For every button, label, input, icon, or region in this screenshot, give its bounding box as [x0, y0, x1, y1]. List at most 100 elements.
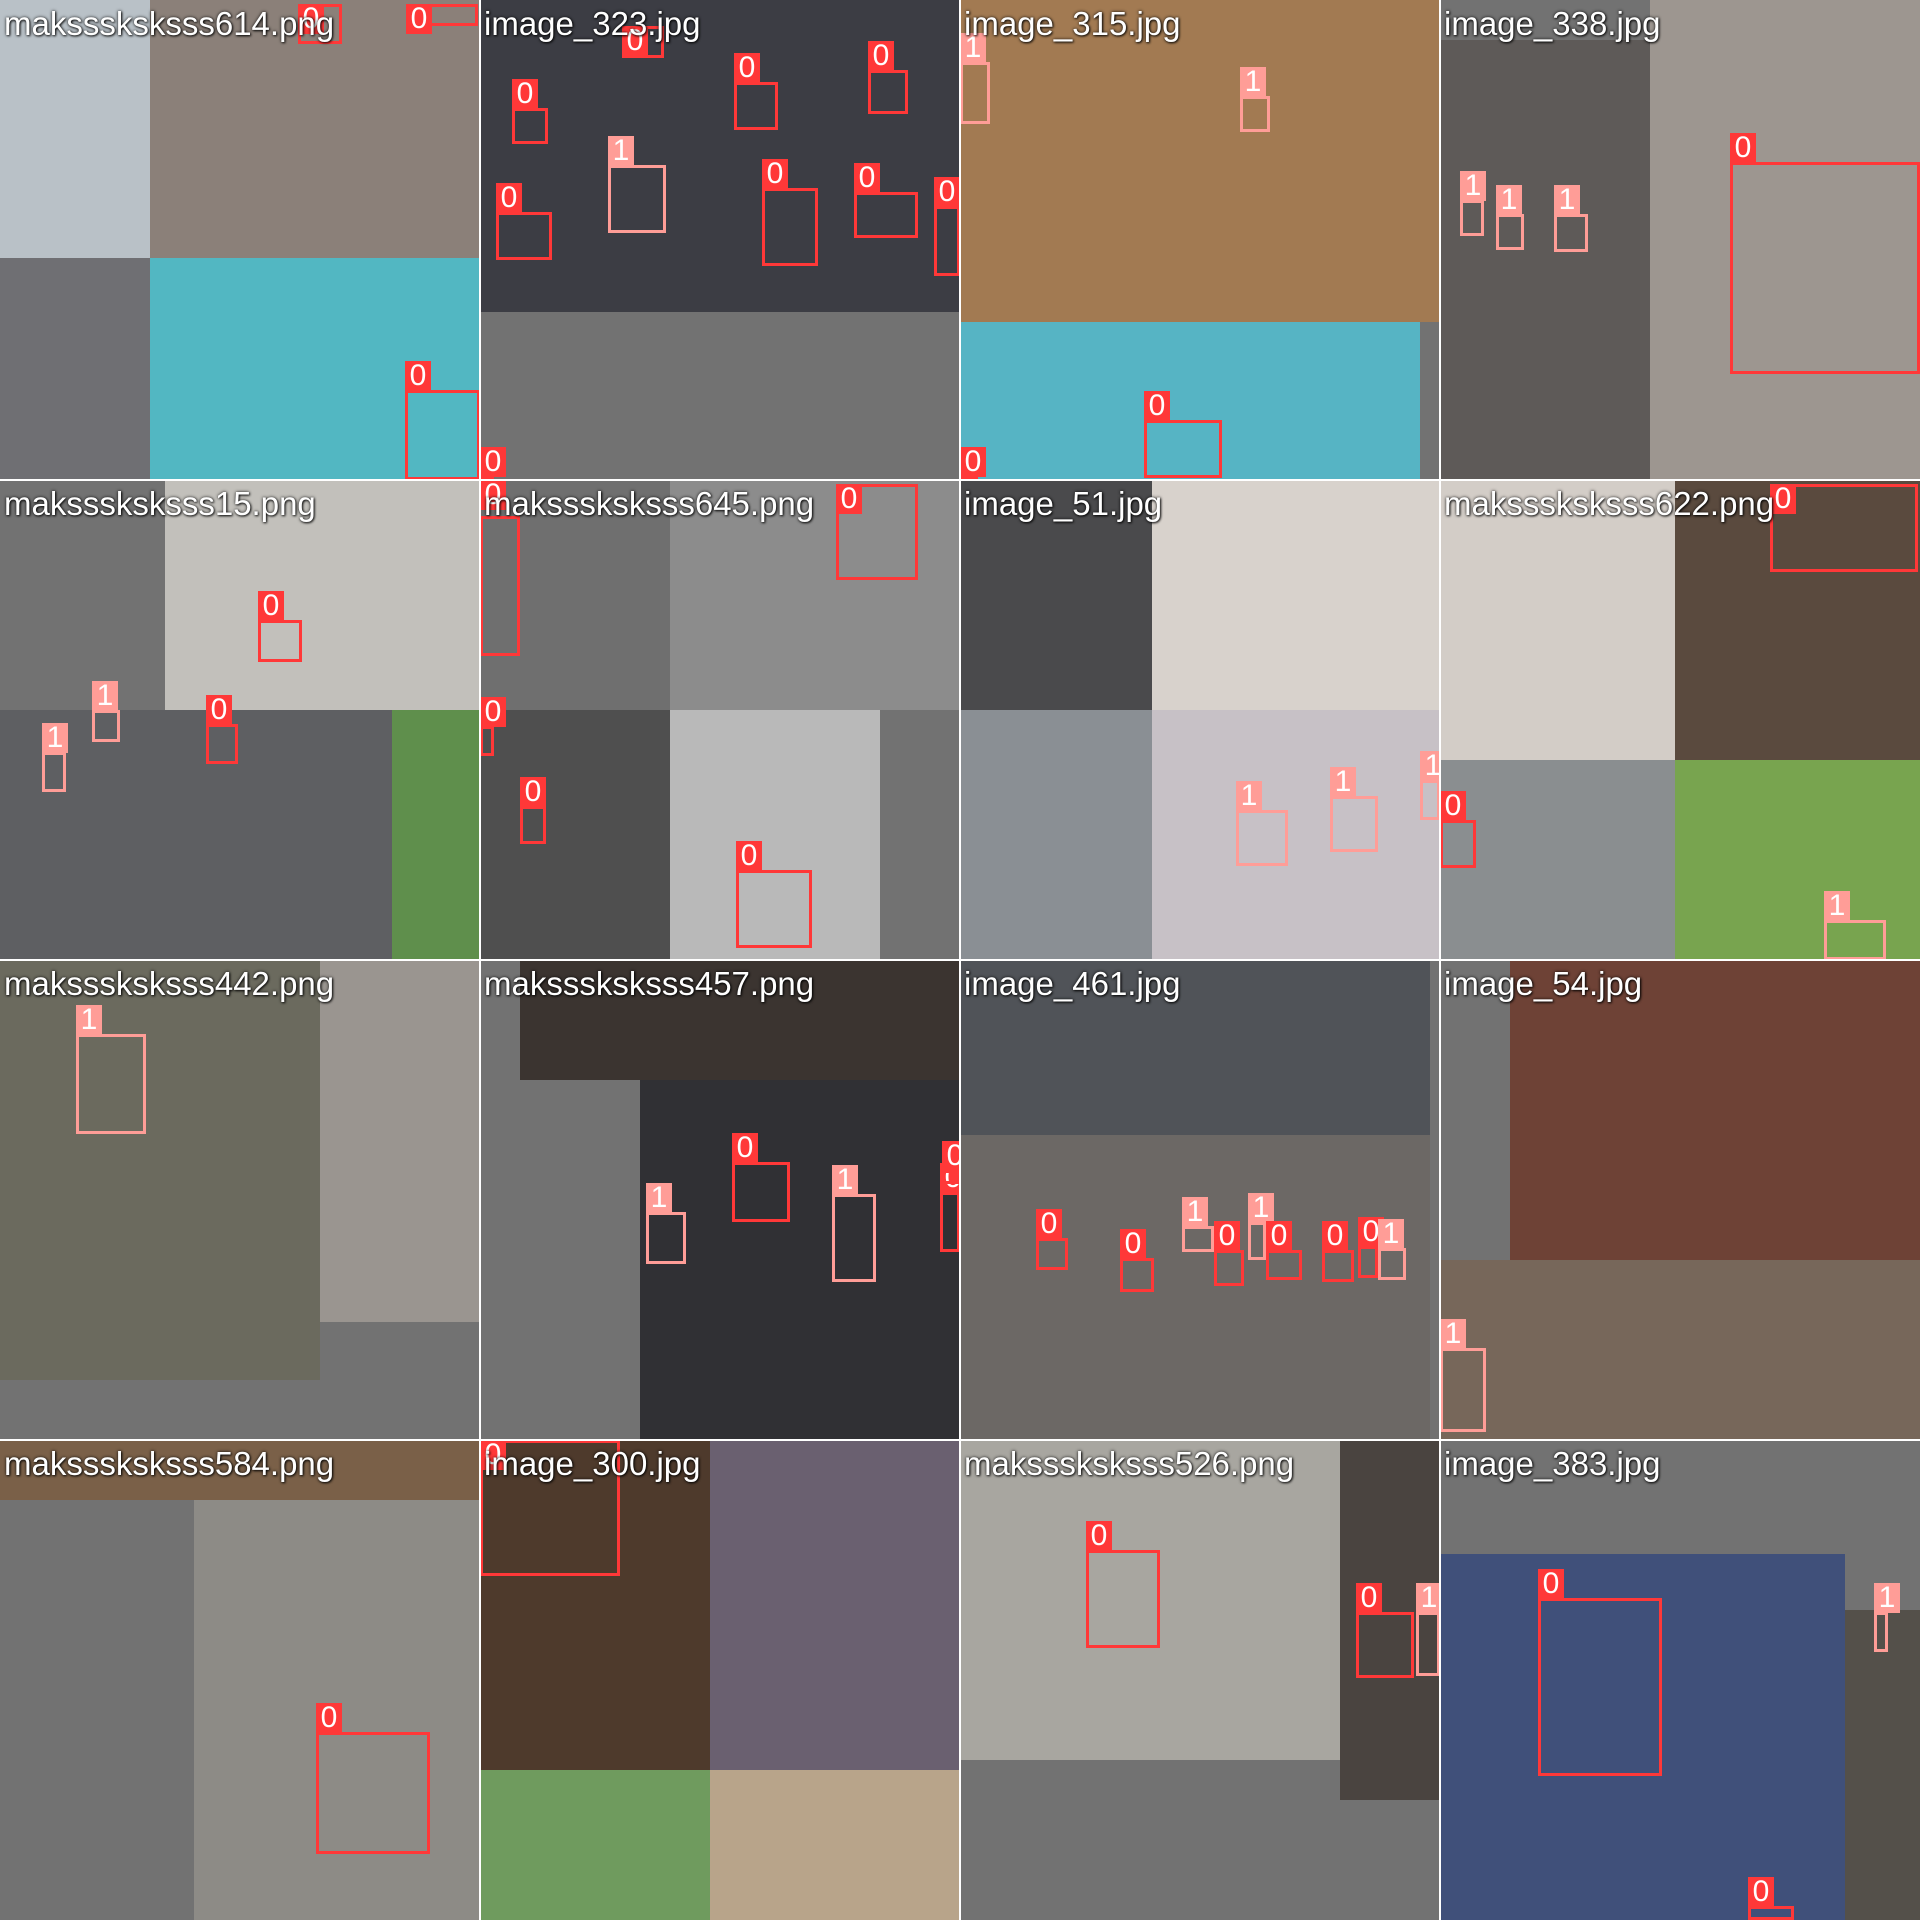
tile-filename: image_51.jpg — [964, 485, 1163, 522]
detection-box: 1 — [92, 681, 120, 742]
detection-box: 0 — [1730, 133, 1920, 374]
detection-label: 1 — [1824, 891, 1850, 921]
detection-label: 0 — [1214, 1221, 1240, 1251]
mosaic-tile: 0 1 1 0 maksssksksss15.png — [0, 480, 480, 960]
photo-region — [320, 960, 480, 1322]
detection-box: 0 — [206, 695, 238, 764]
photo-region — [960, 1135, 1430, 1440]
detection-label: 1 — [1420, 751, 1440, 781]
mosaic-tile: 0 0 1 maksssksksss526.png — [960, 1440, 1440, 1920]
photo-region — [480, 1770, 710, 1920]
grid-separator — [0, 959, 1920, 961]
detection-label: 1 — [646, 1183, 672, 1213]
detection-box: 1 — [1378, 1219, 1406, 1280]
detection-label: 0 — [1440, 791, 1466, 821]
detection-box: 0 — [406, 4, 478, 34]
tile-filename: image_338.jpg — [1444, 5, 1661, 42]
photo-region — [960, 710, 1152, 960]
detection-box: 0 — [512, 79, 548, 144]
detection-box: 0 — [1748, 1877, 1794, 1920]
detection-label: 1 — [1416, 1583, 1440, 1613]
mosaic-tile: 0 0 0 maksssksksss614.png — [0, 0, 480, 480]
mosaic-tile: 1 1 1 image_51.jpg — [960, 480, 1440, 960]
photo-region — [1152, 710, 1440, 960]
mosaic-tile: 0 1 1 1 image_338.jpg — [1440, 0, 1920, 480]
detection-box: 1 — [42, 723, 68, 792]
detection-label: 0 — [1266, 1221, 1292, 1251]
mosaic-tile: 0 0 1 maksssksksss622.png — [1440, 480, 1920, 960]
detection-label: 0 — [836, 484, 862, 514]
photo-region — [1152, 480, 1440, 710]
detection-box: 0 — [854, 163, 918, 238]
detection-label: 0 — [206, 695, 232, 725]
photo-region — [710, 1440, 960, 1770]
detection-label: 0 — [1322, 1221, 1348, 1251]
detection-box: 1 — [832, 1165, 876, 1282]
detection-label: 0 — [480, 697, 506, 727]
detection-label: 1 — [1240, 67, 1266, 97]
detection-box: 1 — [1874, 1583, 1900, 1652]
detection-label: 1 — [92, 681, 118, 711]
detection-label: 0 — [520, 777, 546, 807]
detection-box: 0 — [1120, 1229, 1154, 1292]
tile-filename: image_54.jpg — [1444, 965, 1643, 1002]
detection-box: 0 — [480, 697, 506, 756]
detection-label: 1 — [1554, 185, 1580, 215]
tile-filename: maksssksksss526.png — [964, 1445, 1295, 1482]
detection-label: 0 — [1730, 133, 1756, 163]
detection-label: 0 — [1144, 391, 1170, 421]
detection-box: 0 — [868, 41, 908, 114]
detection-label: 0 — [1356, 1583, 1382, 1613]
detection-box: 1 — [1330, 767, 1378, 852]
detection-box: 0 — [316, 1703, 430, 1854]
detection-box: 0 — [836, 484, 918, 580]
detection-label: 0 — [480, 447, 506, 477]
detection-label: 0 — [405, 361, 431, 391]
detection-label: 0 — [960, 447, 986, 477]
detection-label: 0 — [258, 591, 284, 621]
detection-box: 0 — [520, 777, 546, 844]
photo-region — [480, 710, 670, 960]
detection-box: 1 — [1420, 751, 1440, 820]
detection-box: 0 — [1322, 1221, 1354, 1282]
detection-box: 1 — [1554, 185, 1588, 252]
photo-region — [960, 0, 1440, 322]
detection-box: 0 — [1214, 1221, 1244, 1286]
mosaic-tile: 1 image_54.jpg — [1440, 960, 1920, 1440]
detection-box: 0 — [258, 591, 302, 662]
detection-box: 0 — [762, 159, 818, 266]
grid-separator — [1439, 0, 1441, 1920]
detection-box: 0 — [496, 183, 552, 260]
detection-label: 0 — [732, 1133, 758, 1163]
detection-box: 0 — [940, 1163, 960, 1252]
detection-label: 0 — [854, 163, 880, 193]
detection-box: 0 — [1144, 391, 1222, 478]
detection-box: 1 — [1496, 185, 1524, 250]
detection-box: 1 — [1824, 891, 1886, 960]
tile-filename: maksssksksss15.png — [4, 485, 316, 522]
photo-region — [1845, 1610, 1920, 1920]
detection-box: 1 — [1248, 1193, 1274, 1260]
detection-label: 0 — [1120, 1229, 1146, 1259]
detection-box: 0 — [934, 177, 960, 276]
detection-label: 0 — [1748, 1877, 1774, 1907]
tile-filename: maksssksksss614.png — [4, 5, 335, 42]
detection-label: 1 — [1236, 781, 1262, 811]
tile-filename: image_315.jpg — [964, 5, 1181, 42]
detection-label: 0 — [942, 1141, 960, 1171]
detection-box: 0 — [1086, 1521, 1160, 1648]
tile-filename: image_461.jpg — [964, 965, 1181, 1002]
detection-box: 1 — [1182, 1197, 1214, 1252]
photo-region — [1440, 40, 1650, 480]
detection-label: 0 — [734, 53, 760, 83]
mosaic-tile: 1 1 0 0 image_315.jpg — [960, 0, 1440, 480]
photo-region — [640, 1080, 960, 1440]
detection-box: 0 — [405, 361, 480, 480]
detection-box: 0 — [942, 1141, 960, 1184]
photo-region — [0, 960, 320, 1380]
detection-box: 1 — [1440, 1319, 1486, 1432]
detection-box: 0 — [734, 53, 778, 130]
tile-filename: image_300.jpg — [484, 1445, 701, 1482]
tile-filename: maksssksksss622.png — [1444, 485, 1775, 522]
mosaic-tile: 0 image_300.jpg — [480, 1440, 960, 1920]
